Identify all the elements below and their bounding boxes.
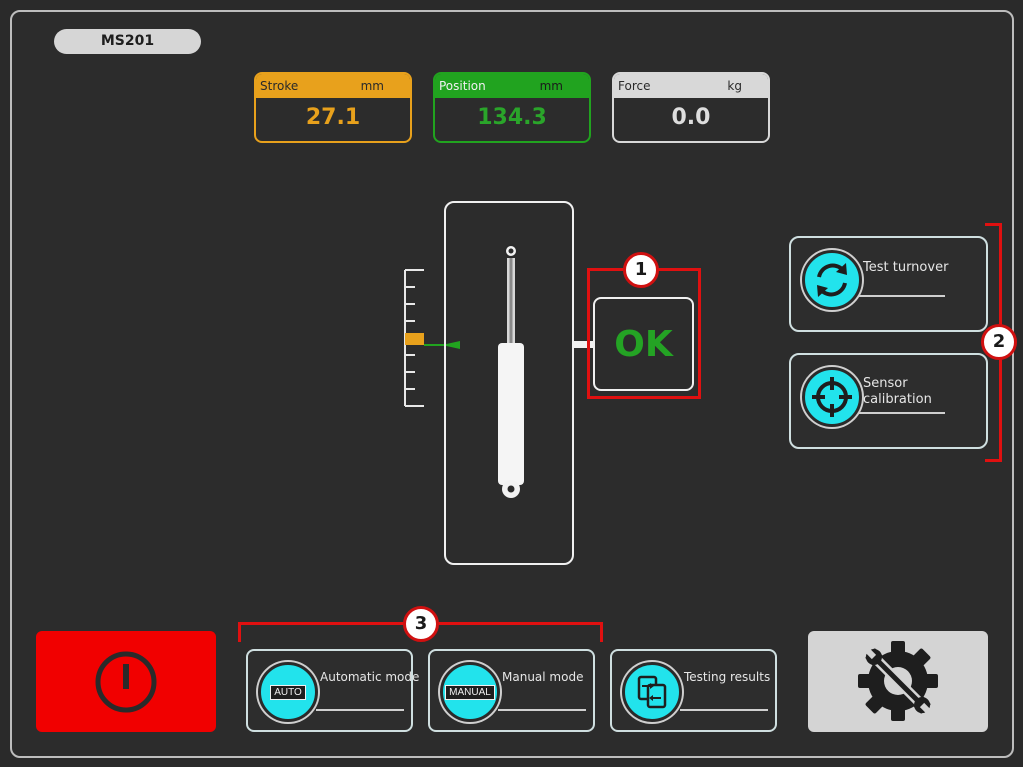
- stroke-marker: [405, 333, 424, 345]
- position-unit: mm: [539, 79, 563, 93]
- testing-results-button[interactable]: Testing results: [610, 649, 777, 732]
- stroke-value: 27.1: [305, 105, 361, 130]
- test-turnover-underline: [859, 295, 945, 297]
- force-value: 0.0: [671, 105, 711, 130]
- manual-mode-button[interactable]: MANUAL Manual mode: [428, 649, 595, 732]
- automatic-mode-button[interactable]: AUTO Automatic mode: [246, 649, 419, 732]
- sensor-calibration-underline: [859, 412, 945, 414]
- automatic-mode-label: Automatic mode: [320, 670, 420, 684]
- position-label: Position: [439, 79, 486, 93]
- callout-badge-1: 1: [623, 252, 659, 288]
- callout-badge-2: 2: [981, 324, 1017, 360]
- stroke-label: Stroke: [260, 79, 299, 93]
- power-icon: [95, 651, 157, 713]
- sensor-calibration-label-line1: Sensor: [863, 376, 908, 391]
- callout-badge-3: 3: [403, 606, 439, 642]
- force-meter: Force kg 0.0: [612, 72, 770, 143]
- sensor-calibration-label-line2: calibration: [863, 392, 932, 407]
- shock-absorber-icon: [498, 244, 524, 498]
- sensor-calibration-button[interactable]: Sensor calibration: [789, 353, 988, 449]
- manual-tag: MANUAL: [445, 684, 495, 700]
- test-turnover-label: Test turnover: [863, 260, 949, 275]
- power-button[interactable]: [36, 631, 216, 732]
- auto-tag: AUTO: [270, 684, 306, 700]
- force-unit: kg: [727, 79, 742, 93]
- testing-results-label: Testing results: [684, 670, 771, 684]
- settings-button[interactable]: [808, 631, 988, 732]
- cylinder-panel: [444, 201, 574, 565]
- manual-mode-icon: MANUAL: [440, 662, 500, 722]
- rotate-icon: [802, 250, 862, 310]
- settings-icon: [858, 641, 938, 721]
- device-label: MS201: [54, 29, 201, 54]
- stroke-unit: mm: [360, 79, 384, 93]
- testing-results-underline: [680, 709, 768, 711]
- auto-mode-icon: AUTO: [258, 662, 318, 722]
- test-turnover-button[interactable]: Test turnover: [789, 236, 988, 332]
- position-value: 134.3: [477, 105, 547, 130]
- manual-mode-underline: [498, 709, 586, 711]
- document-transfer-icon: [622, 662, 682, 722]
- manual-mode-label: Manual mode: [502, 670, 584, 684]
- force-label: Force: [618, 79, 651, 93]
- stroke-meter: Stroke mm 27.1: [254, 72, 412, 143]
- position-meter: Position mm 134.3: [433, 72, 591, 143]
- automatic-mode-underline: [316, 709, 404, 711]
- crosshair-icon: [802, 367, 862, 427]
